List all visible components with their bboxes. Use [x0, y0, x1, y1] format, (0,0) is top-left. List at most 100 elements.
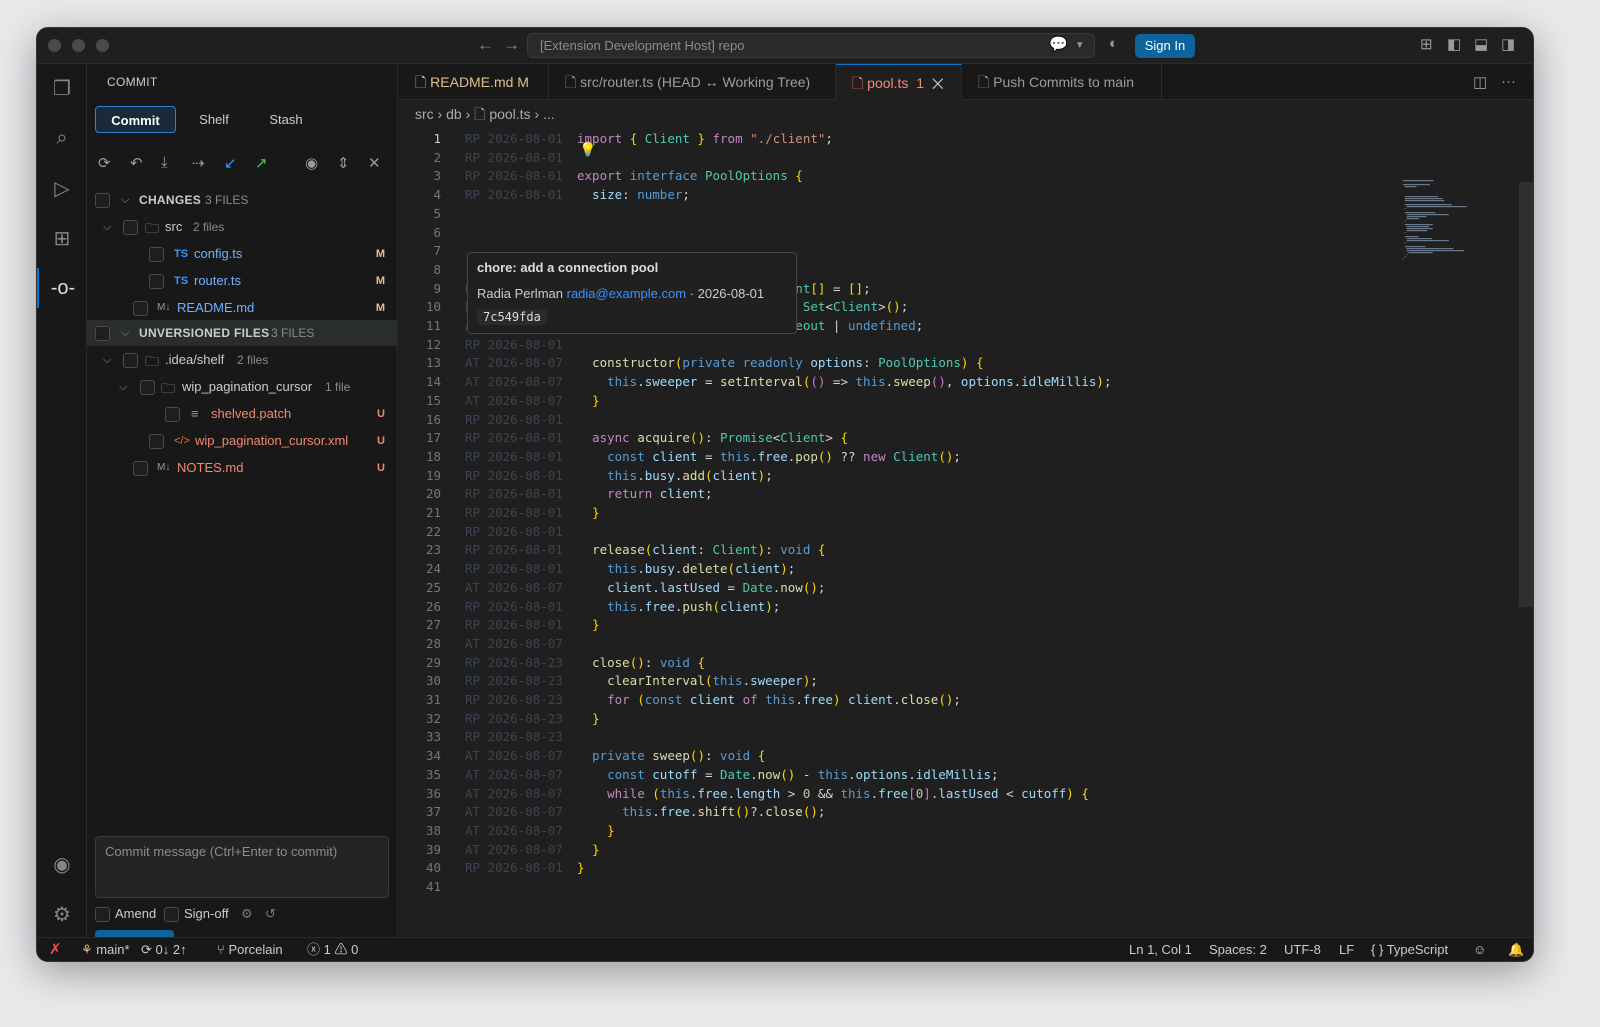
code-line[interactable]: 33 RP 2026-08-23 [399, 728, 1533, 747]
tree-file-shelved-patch[interactable]: ≡ shelved.patch U [87, 401, 397, 427]
porcelain-status[interactable]: ⑂ Porcelain [217, 938, 283, 961]
blame-annotation[interactable]: AT 2026-08-07 [465, 747, 563, 766]
blame-annotation[interactable]: RP 2026-08-01 [465, 429, 563, 448]
commit-options-gear-icon[interactable]: ⚙ [241, 906, 253, 922]
language-mode[interactable]: { } TypeScript [1371, 938, 1448, 961]
sync-status[interactable]: ⟳ 0↓ 2↑ [141, 938, 187, 961]
blame-annotation[interactable]: RP 2026-08-01 [465, 616, 563, 635]
tab-stash[interactable]: Stash [257, 106, 315, 133]
code-editor[interactable]: chore: add a connection pool Radia Perlm… [399, 122, 1533, 937]
checkbox[interactable] [133, 461, 148, 476]
code-line[interactable]: 28 AT 2026-08-07 [399, 635, 1533, 654]
unversioned-group-header[interactable]: ⌵ UNVERSIONED FILES 3 FILES [87, 320, 397, 346]
blame-annotation[interactable]: RP 2026-08-01 [465, 186, 563, 205]
copilot-icon[interactable]: ☺ [1473, 938, 1486, 961]
blame-annotation[interactable]: RP 2026-08-01 [465, 504, 563, 523]
toggle-secondary-sidebar-icon[interactable]: ◨ [1501, 35, 1515, 53]
blame-annotation[interactable]: AT 2026-08-07 [465, 785, 563, 804]
blame-annotation[interactable]: RP 2026-08-01 [465, 336, 563, 355]
blame-annotation[interactable]: RP 2026-08-01 [465, 560, 563, 579]
tree-folder-wip[interactable]: ⌵ 🗀 wip_pagination_cursor 1 file [87, 374, 397, 400]
code-line[interactable]: 12 RP 2026-08-01 [399, 336, 1533, 355]
tree-file-config[interactable]: TS config.ts M [87, 241, 397, 267]
problems-status[interactable]: ⓧ 1 ⚠ 0 [307, 938, 358, 961]
blame-annotation[interactable]: AT 2026-08-07 [465, 803, 563, 822]
settings-gear-icon[interactable]: ⚙ [37, 894, 87, 934]
copilot-chat-icon[interactable]: 💬 [1049, 35, 1068, 53]
code-line[interactable]: 32 RP 2026-08-23 } [399, 710, 1533, 729]
extensions-icon[interactable]: ⊞ [37, 218, 87, 258]
code-line[interactable]: 18 RP 2026-08-01 const client = this.free… [399, 448, 1533, 467]
code-line[interactable]: 21 RP 2026-08-01 } [399, 504, 1533, 523]
checkbox[interactable] [95, 193, 110, 208]
update-project-icon[interactable]: ↙ [224, 154, 237, 172]
minimize-window-button[interactable] [72, 39, 85, 52]
blame-annotation[interactable]: AT 2026-08-07 [465, 822, 563, 841]
refresh-icon[interactable]: ⟳ [98, 154, 111, 172]
code-line[interactable]: 38 AT 2026-08-07 } [399, 822, 1533, 841]
changes-group-header[interactable]: ⌵ CHANGES 3 FILES [87, 187, 397, 213]
tab-commit[interactable]: Commit [95, 106, 176, 133]
chevron-down-icon[interactable]: ▾ [1077, 38, 1083, 51]
merge-icon[interactable]: ⇢ [192, 154, 205, 172]
layout-customize-icon[interactable]: ⊞ [1420, 35, 1433, 53]
blame-annotation[interactable]: RP 2026-08-01 [465, 467, 563, 486]
code-line[interactable]: 31 RP 2026-08-23 for (const client of thi… [399, 691, 1533, 710]
chevron-down-icon[interactable]: ⌵ [121, 187, 129, 213]
code-line[interactable]: 37 AT 2026-08-07 this.free.shift()?.close… [399, 803, 1533, 822]
blame-annotation[interactable]: AT 2026-08-07 [465, 579, 563, 598]
split-editor-icon[interactable]: ◫ [1473, 73, 1487, 91]
code-line[interactable]: 4 RP 2026-08-01 size: number; [399, 186, 1533, 205]
code-line[interactable]: 2 RP 2026-08-01 [399, 149, 1533, 168]
breadcrumb-db[interactable]: db [446, 106, 462, 122]
blame-annotation[interactable]: RP 2026-08-23 [465, 710, 563, 729]
checkbox[interactable] [133, 301, 148, 316]
cursor-position[interactable]: Ln 1, Col 1 [1129, 938, 1192, 961]
code-line[interactable]: 5 [399, 205, 1533, 224]
code-line[interactable]: 29 RP 2026-08-23 close(): void { [399, 654, 1533, 673]
code-line[interactable]: 27 RP 2026-08-01 } [399, 616, 1533, 635]
code-line[interactable]: 17 RP 2026-08-01 async acquire(): Promise… [399, 429, 1533, 448]
code-line[interactable]: 40 RP 2026-08-01} [399, 859, 1533, 878]
tree-file-wip-xml[interactable]: </> wip_pagination_cursor.xml U [87, 428, 397, 454]
code-line[interactable]: 35 AT 2026-08-07 const cutoff = Date.now(… [399, 766, 1533, 785]
blame-annotation[interactable]: AT 2026-08-07 [465, 392, 563, 411]
blame-annotation[interactable]: RP 2026-08-01 [465, 130, 563, 149]
close-window-button[interactable] [48, 39, 61, 52]
blame-annotation[interactable]: AT 2026-08-07 [465, 841, 563, 860]
blame-annotation[interactable]: RP 2026-08-01 [465, 411, 563, 430]
code-line[interactable]: 14 AT 2026-08-07 this.sweeper = setInterv… [399, 373, 1533, 392]
blame-annotation[interactable]: RP 2026-08-01 [465, 541, 563, 560]
checkbox[interactable] [149, 247, 164, 262]
code-line[interactable]: 16 RP 2026-08-01 [399, 411, 1533, 430]
command-center-search[interactable]: [Extension Development Host] repo [527, 33, 1095, 58]
checkbox[interactable] [140, 380, 155, 395]
blame-annotation[interactable]: AT 2026-08-07 [465, 354, 563, 373]
accounts-globe-icon[interactable]: ◐ [1109, 35, 1118, 52]
tab-router-diff[interactable]: 🗋 src/router.ts (HEAD ↔ Working Tree) [549, 64, 836, 100]
blame-annotation[interactable]: RP 2026-08-01 [465, 167, 563, 186]
close-tab-icon[interactable]: ✕ [932, 75, 944, 91]
breadcrumb-symbol[interactable]: ... [543, 106, 555, 122]
blame-annotation[interactable]: RP 2026-08-01 [465, 485, 563, 504]
amend-checkbox[interactable] [95, 907, 110, 922]
commit-email-link[interactable]: radia@example.com [567, 286, 686, 301]
code-line[interactable]: 20 RP 2026-08-01 return client; [399, 485, 1533, 504]
toggle-primary-sidebar-icon[interactable]: ◧ [1447, 35, 1461, 53]
remote-indicator-icon[interactable]: ✗ [49, 938, 62, 961]
rollback-icon[interactable]: ↶ [130, 154, 143, 172]
checkbox[interactable] [149, 274, 164, 289]
run-debug-icon[interactable]: ▷ [37, 168, 87, 208]
blame-annotation[interactable]: RP 2026-08-01 [465, 598, 563, 617]
tree-file-notes[interactable]: M↓ NOTES.md U [87, 455, 397, 481]
checkbox[interactable] [123, 220, 138, 235]
blame-annotation[interactable]: RP 2026-08-23 [465, 728, 563, 747]
blame-annotation[interactable]: RP 2026-08-01 [465, 149, 563, 168]
vertical-scrollbar[interactable] [1519, 182, 1533, 607]
back-arrow-icon[interactable]: ← [477, 35, 494, 55]
code-line[interactable]: 3 RP 2026-08-01 export interface PoolOptio… [399, 167, 1533, 186]
end-of-line[interactable]: LF [1339, 938, 1354, 961]
code-line[interactable]: 15 AT 2026-08-07 } [399, 392, 1533, 411]
chevron-down-icon[interactable]: ⌵ [119, 374, 127, 400]
blame-annotation[interactable]: RP 2026-08-23 [465, 691, 563, 710]
